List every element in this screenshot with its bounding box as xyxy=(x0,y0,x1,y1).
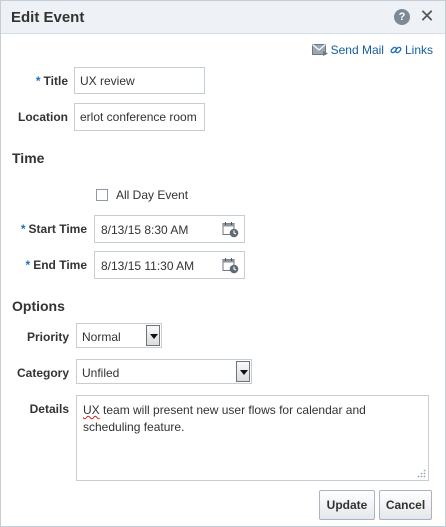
start-time-value: 8/13/15 8:30 AM xyxy=(101,223,189,237)
start-time-label-text: Start Time xyxy=(28,222,87,236)
end-time-label: * End Time xyxy=(11,258,87,272)
end-time-value: 8/13/15 11:30 AM xyxy=(101,259,195,273)
options-section-heading: Options xyxy=(12,298,65,314)
start-time-input[interactable]: 8/13/15 8:30 AM xyxy=(94,215,245,243)
close-icon[interactable]: ✕ xyxy=(419,6,435,26)
misspelled-word: UX xyxy=(83,403,100,417)
all-day-checkbox[interactable] xyxy=(96,189,108,201)
details-textarea[interactable]: UX team will present new user flows for … xyxy=(76,395,429,481)
category-value: Unfiled xyxy=(82,366,120,380)
action-links: Send Mail Links xyxy=(311,42,433,58)
title-label-text: Title xyxy=(43,74,68,88)
category-select[interactable]: Unfiled xyxy=(76,359,252,384)
required-marker: * xyxy=(35,74,41,88)
send-mail-label: Send Mail xyxy=(330,43,384,57)
start-time-label: * Start Time xyxy=(11,222,87,236)
details-label: Details xyxy=(29,402,69,416)
edit-event-dialog: Edit Event ? ✕ Send Mail Links *Title Lo… xyxy=(0,0,446,527)
chevron-down-icon[interactable] xyxy=(146,325,160,346)
update-button[interactable]: Update xyxy=(319,490,375,520)
chevron-down-icon[interactable] xyxy=(236,361,250,382)
priority-select[interactable]: Normal xyxy=(76,323,162,348)
required-marker: * xyxy=(20,222,26,236)
title-label: * Title xyxy=(26,74,68,88)
details-text: team will present new user flows for cal… xyxy=(83,403,366,434)
required-marker: * xyxy=(25,258,31,272)
dialog-titlebar: Edit Event ? ✕ xyxy=(1,1,445,34)
cancel-button[interactable]: Cancel xyxy=(379,490,432,520)
end-time-input[interactable]: 8/13/15 11:30 AM xyxy=(94,251,245,279)
help-icon[interactable]: ? xyxy=(394,9,410,25)
send-mail-link[interactable]: Send Mail xyxy=(311,43,384,57)
location-input[interactable] xyxy=(74,103,205,131)
end-time-label-text: End Time xyxy=(33,258,87,272)
title-input[interactable] xyxy=(74,67,205,94)
location-label: Location xyxy=(18,110,68,124)
calendar-clock-icon[interactable] xyxy=(222,257,239,274)
links-label: Links xyxy=(404,43,433,57)
chain-link-icon xyxy=(390,46,402,54)
time-section-heading: Time xyxy=(12,150,45,166)
all-day-label: All Day Event xyxy=(116,188,189,202)
resize-grip-icon[interactable] xyxy=(416,468,426,478)
priority-label: Priority xyxy=(26,330,69,344)
priority-value: Normal xyxy=(82,330,121,344)
links-link[interactable]: Links xyxy=(390,43,433,57)
envelope-icon xyxy=(311,44,328,56)
category-label: Category xyxy=(16,366,69,380)
dialog-title: Edit Event xyxy=(11,9,85,26)
calendar-clock-icon[interactable] xyxy=(222,221,239,238)
